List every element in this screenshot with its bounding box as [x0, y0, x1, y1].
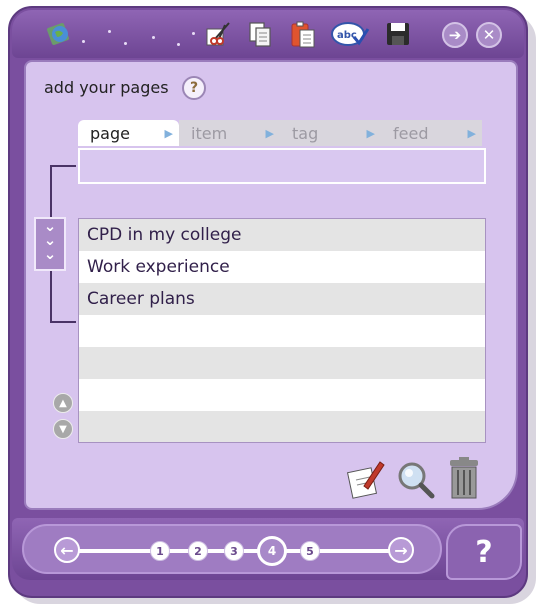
- list-item[interactable]: [79, 315, 485, 347]
- cut-icon[interactable]: [202, 18, 234, 50]
- top-toolbar: abc ➔ ✕: [12, 10, 524, 58]
- tab-feed[interactable]: feed ▶: [381, 120, 482, 146]
- edit-icon[interactable]: [346, 456, 386, 500]
- previous-arrow-icon[interactable]: ←: [54, 537, 80, 563]
- page-2-button[interactable]: 2: [188, 541, 208, 561]
- tab-bar: page ▶ item ▶ tag ▶ feed ▶: [78, 120, 482, 146]
- scroll-up-icon[interactable]: ▲: [53, 393, 73, 413]
- tab-arrow-icon: ▶: [366, 126, 375, 140]
- list-item[interactable]: CPD in my college: [79, 219, 485, 251]
- scroll-down-icon[interactable]: ▼: [53, 419, 73, 439]
- close-icon[interactable]: ✕: [476, 22, 502, 48]
- save-icon[interactable]: [382, 18, 414, 50]
- tab-item[interactable]: item ▶: [179, 120, 280, 146]
- trash-icon[interactable]: [444, 456, 484, 500]
- tab-label: item: [191, 123, 228, 143]
- tab-arrow-icon: ▶: [467, 126, 476, 140]
- tab-label: tag: [292, 123, 319, 143]
- tab-arrow-icon: ▶: [164, 126, 173, 140]
- page-title-input[interactable]: [78, 148, 486, 184]
- spellcheck-icon[interactable]: abc: [330, 18, 370, 50]
- tab-label: page: [90, 123, 130, 143]
- next-arrow-icon[interactable]: →: [388, 537, 414, 563]
- tab-label: feed: [393, 123, 429, 143]
- page-list: CPD in my college Work experience Career…: [78, 218, 486, 443]
- search-icon[interactable]: [396, 456, 436, 500]
- forward-icon[interactable]: ➔: [442, 22, 468, 48]
- help-button[interactable]: ?: [446, 524, 522, 580]
- paste-icon[interactable]: [287, 18, 319, 50]
- list-item[interactable]: Work experience: [79, 251, 485, 283]
- tab-tag[interactable]: tag ▶: [280, 120, 381, 146]
- globe-icon[interactable]: [44, 18, 76, 50]
- page-1-button[interactable]: 1: [150, 541, 170, 561]
- tab-arrow-icon: ▶: [265, 126, 274, 140]
- page-3-button[interactable]: 3: [224, 541, 244, 561]
- list-item[interactable]: Career plans: [79, 283, 485, 315]
- list-item[interactable]: [79, 379, 485, 411]
- list-item[interactable]: [79, 411, 485, 442]
- page-5-button[interactable]: 5: [300, 541, 320, 561]
- expand-chevrons-icon[interactable]: ⌄ ⌄ ⌄: [34, 217, 66, 271]
- help-icon[interactable]: ?: [182, 76, 206, 100]
- page-heading: add your pages: [44, 78, 169, 97]
- spellcheck-label: abc: [337, 30, 357, 41]
- page-4-button[interactable]: 4: [257, 536, 287, 566]
- tab-page[interactable]: page ▶: [78, 120, 179, 146]
- list-item[interactable]: [79, 347, 485, 379]
- copy-icon[interactable]: [244, 18, 276, 50]
